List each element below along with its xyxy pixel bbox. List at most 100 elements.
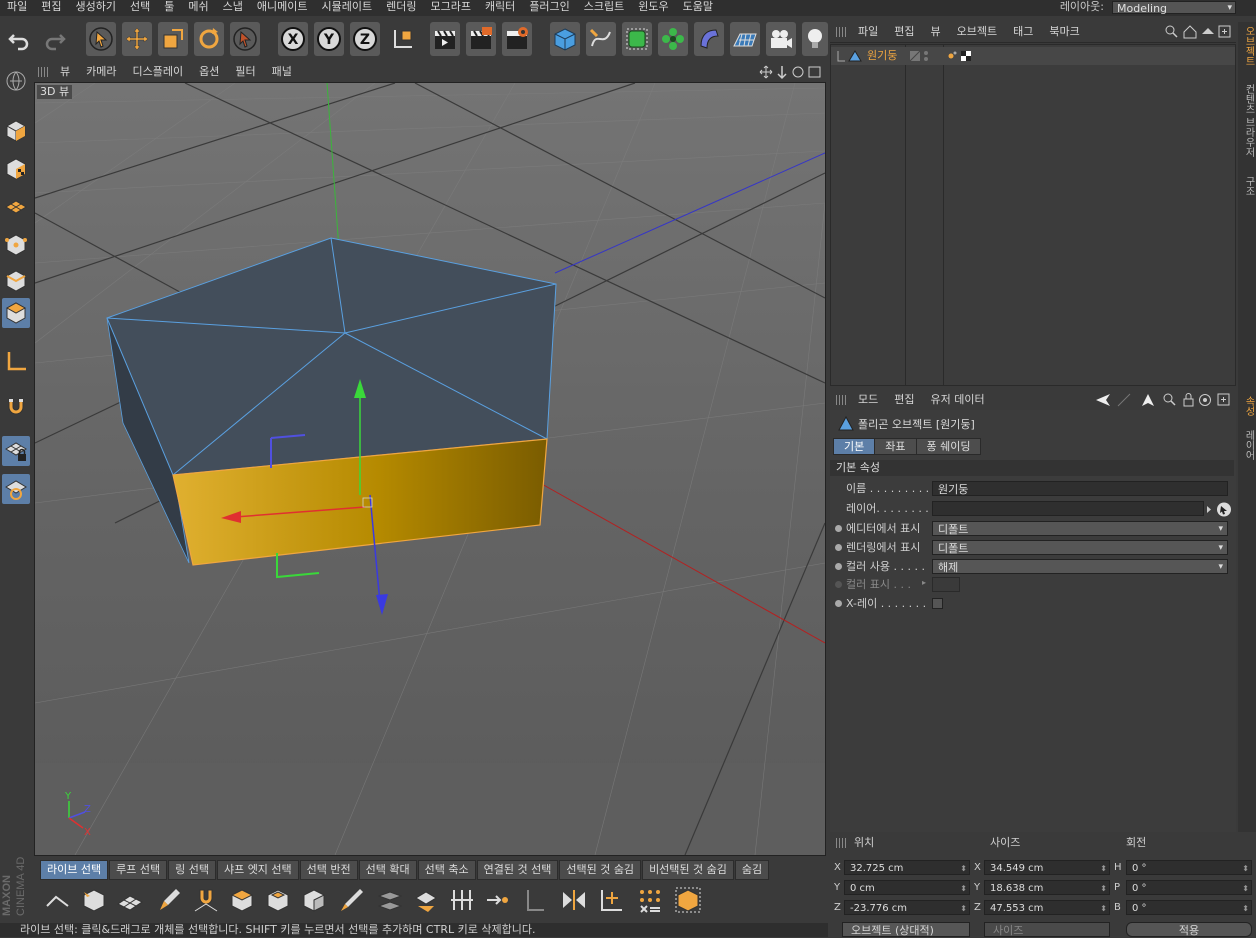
panel-grip[interactable]: [836, 838, 846, 848]
tab-layers[interactable]: 레이어: [1241, 430, 1256, 460]
cube-object-button[interactable]: [550, 22, 580, 56]
workplane-lock-button[interactable]: [2, 436, 30, 466]
visibility-toggle-icon[interactable]: [909, 50, 939, 62]
coordinate-mode-select[interactable]: 오브젝트 (상대적): [842, 922, 970, 937]
viewport-menu-filter[interactable]: 필터: [227, 62, 263, 82]
tab-structure[interactable]: 구조: [1241, 176, 1256, 196]
name-field[interactable]: 원기둥: [932, 481, 1228, 496]
menu-tools[interactable]: 툴: [157, 0, 181, 14]
om-menu-objects[interactable]: 오브젝트: [949, 22, 1005, 42]
lock-icon[interactable]: [1183, 398, 1194, 407]
phong-tag-icon[interactable]: [948, 53, 954, 59]
layer-field[interactable]: [932, 501, 1204, 516]
menu-file[interactable]: 파일: [0, 0, 34, 14]
am-menu-user-data[interactable]: 유저 데이터: [923, 390, 993, 410]
use-color-select[interactable]: 해제: [932, 559, 1228, 575]
panel-grip[interactable]: [38, 67, 48, 77]
display-color-swatch[interactable]: [932, 577, 960, 592]
menu-window[interactable]: 윈도우: [631, 0, 675, 14]
y-axis-lock[interactable]: Y: [314, 22, 344, 56]
render-view-button[interactable]: [430, 22, 460, 56]
rotate-tool[interactable]: [194, 22, 224, 56]
position-z-field[interactable]: -23.776 cm: [844, 900, 970, 916]
viewport-menu-view[interactable]: 뷰: [52, 62, 78, 82]
spline-pen-button[interactable]: [586, 22, 616, 56]
polygons-mode-button[interactable]: [2, 298, 30, 328]
render-settings-button[interactable]: [502, 22, 532, 56]
tab-basic[interactable]: 기본: [833, 438, 876, 455]
size-z-field[interactable]: 47.553 cm: [984, 900, 1110, 916]
menu-mesh[interactable]: 메쉬: [181, 0, 215, 14]
menu-simulate[interactable]: 시뮬레이트: [314, 0, 379, 14]
snap-button[interactable]: [2, 392, 30, 422]
viewport-nav-icons[interactable]: [758, 64, 826, 80]
forward-arrow-icon[interactable]: [1117, 393, 1131, 407]
live-select-tool[interactable]: [86, 22, 116, 56]
tab-ring-selection[interactable]: 링 선택: [168, 860, 216, 880]
tab-objects[interactable]: 오브젝트: [1241, 26, 1256, 66]
animate-dot[interactable]: [835, 525, 842, 532]
mirror-button[interactable]: [558, 884, 590, 916]
viewport-menu-display[interactable]: 디스플레이: [125, 62, 192, 82]
iron-button[interactable]: [520, 884, 552, 916]
coordinate-system-button[interactable]: [388, 22, 418, 56]
tab-hide-selected[interactable]: 선택된 것 숨김: [559, 860, 642, 880]
cloner-button[interactable]: [658, 22, 688, 56]
size-x-field[interactable]: 34.549 cm: [984, 860, 1110, 876]
viewport-menu-options[interactable]: 옵션: [191, 62, 227, 82]
pan-icon[interactable]: [759, 65, 773, 79]
panel-grip[interactable]: [836, 27, 846, 37]
undo-button[interactable]: [4, 22, 34, 56]
viewport-menu-panel[interactable]: 패널: [264, 62, 300, 82]
extrude-button[interactable]: [226, 884, 258, 916]
search-icon[interactable]: [1165, 25, 1175, 35]
am-menu-edit[interactable]: 편집: [886, 390, 922, 410]
tab-hide-unselected[interactable]: 비선택된 것 숨김: [642, 860, 734, 880]
workplane-mode-button[interactable]: [2, 192, 30, 222]
texture-mode-button[interactable]: [2, 154, 30, 184]
am-toolbar-icons[interactable]: [1092, 392, 1234, 408]
tab-loop-selection[interactable]: 루프 선택: [109, 860, 168, 880]
axis-mode-button[interactable]: [2, 346, 30, 376]
up-icon[interactable]: [1202, 28, 1214, 34]
menu-edit[interactable]: 편집: [34, 0, 68, 14]
menu-animate[interactable]: 애니메이트: [250, 0, 315, 14]
om-menu-bookmarks[interactable]: 북마크: [1041, 22, 1087, 42]
object-select-button[interactable]: [78, 884, 110, 916]
om-menu-tags[interactable]: 태그: [1005, 22, 1041, 42]
viewport-scene[interactable]: Y Z X: [35, 83, 825, 855]
brush-button[interactable]: [154, 884, 186, 916]
light-button[interactable]: [802, 22, 828, 56]
menu-character[interactable]: 캐릭터: [478, 0, 522, 14]
scale-tool[interactable]: [158, 22, 188, 56]
object-name[interactable]: 원기둥: [867, 47, 897, 65]
maximize-view-icon[interactable]: [808, 66, 821, 78]
tab-live-selection[interactable]: 라이브 선택: [40, 860, 109, 880]
rotation-h-field[interactable]: 0 °: [1126, 860, 1252, 876]
back-arrow-icon[interactable]: [1096, 394, 1110, 406]
move-tool[interactable]: [122, 22, 152, 56]
object-manager-list[interactable]: 원기둥: [830, 44, 1236, 386]
om-toolbar-icons[interactable]: [1164, 24, 1234, 40]
home-icon[interactable]: [1183, 25, 1197, 39]
model-mode-button[interactable]: [2, 116, 30, 146]
extrude-inner-button[interactable]: [262, 884, 294, 916]
tag-icons[interactable]: [947, 50, 977, 62]
rotation-p-field[interactable]: 0 °: [1126, 880, 1252, 896]
edges-mode-button[interactable]: [2, 266, 30, 296]
animate-dot[interactable]: [835, 544, 842, 551]
floor-button[interactable]: [730, 22, 760, 56]
slide-button[interactable]: [410, 884, 442, 916]
tab-coordinates[interactable]: 좌표: [874, 438, 917, 455]
zoom-icon[interactable]: [777, 66, 787, 80]
render-to-picture-viewer-button[interactable]: [466, 22, 496, 56]
menu-plugins[interactable]: 플러그인: [522, 0, 576, 14]
points-mode-button[interactable]: [2, 230, 30, 260]
weld-button[interactable]: [482, 884, 514, 916]
position-y-field[interactable]: 0 cm: [844, 880, 970, 896]
tab-shrink-selection[interactable]: 선택 축소: [417, 860, 476, 880]
expand-arrow-icon[interactable]: ▸: [922, 578, 926, 587]
apply-button[interactable]: 적용: [1126, 922, 1252, 937]
connect-objects-button[interactable]: [672, 884, 704, 916]
search-icon[interactable]: [1163, 393, 1173, 403]
